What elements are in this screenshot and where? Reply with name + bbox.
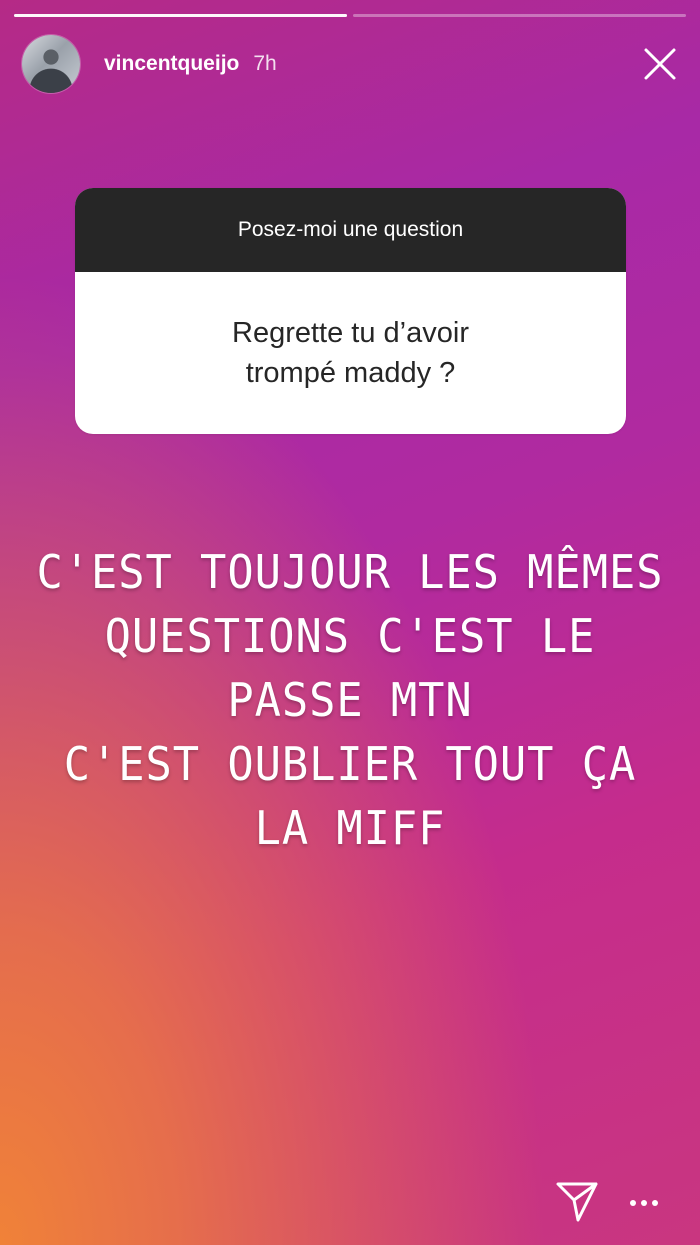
story-progress-bar <box>14 14 686 18</box>
progress-segment <box>14 14 347 17</box>
more-dots-icon <box>630 1200 658 1206</box>
progress-fill <box>14 14 347 17</box>
progress-segment <box>353 14 686 17</box>
question-text-line-2: trompé maddy ? <box>245 357 456 389</box>
overlay-text-line-3: C'est oublier tout ça la miff <box>63 737 637 855</box>
overlay-text-line-1: C'est toujour les mêmes <box>36 545 664 599</box>
question-sticker[interactable]: Posez-moi une question Regrette tu d’avo… <box>75 188 626 434</box>
question-sticker-body: Regrette tu d’avoir trompé maddy ? <box>75 272 626 434</box>
story-header: vincentqueijo 7h <box>22 34 680 94</box>
more-icon[interactable] <box>626 1188 662 1218</box>
avatar[interactable] <box>22 35 80 93</box>
question-text-line-1: Regrette tu d’avoir <box>232 317 469 349</box>
send-icon[interactable] <box>554 1178 600 1224</box>
close-icon[interactable] <box>640 44 680 84</box>
story-text-overlay: C'est toujour les mêmes questions c'est … <box>20 540 680 860</box>
username[interactable]: vincentqueijo <box>104 52 239 76</box>
question-sticker-title: Posez-moi une question <box>75 188 626 272</box>
overlay-text-line-2: questions c'est le passe mtn <box>104 609 596 727</box>
post-time: 7h <box>253 52 277 75</box>
